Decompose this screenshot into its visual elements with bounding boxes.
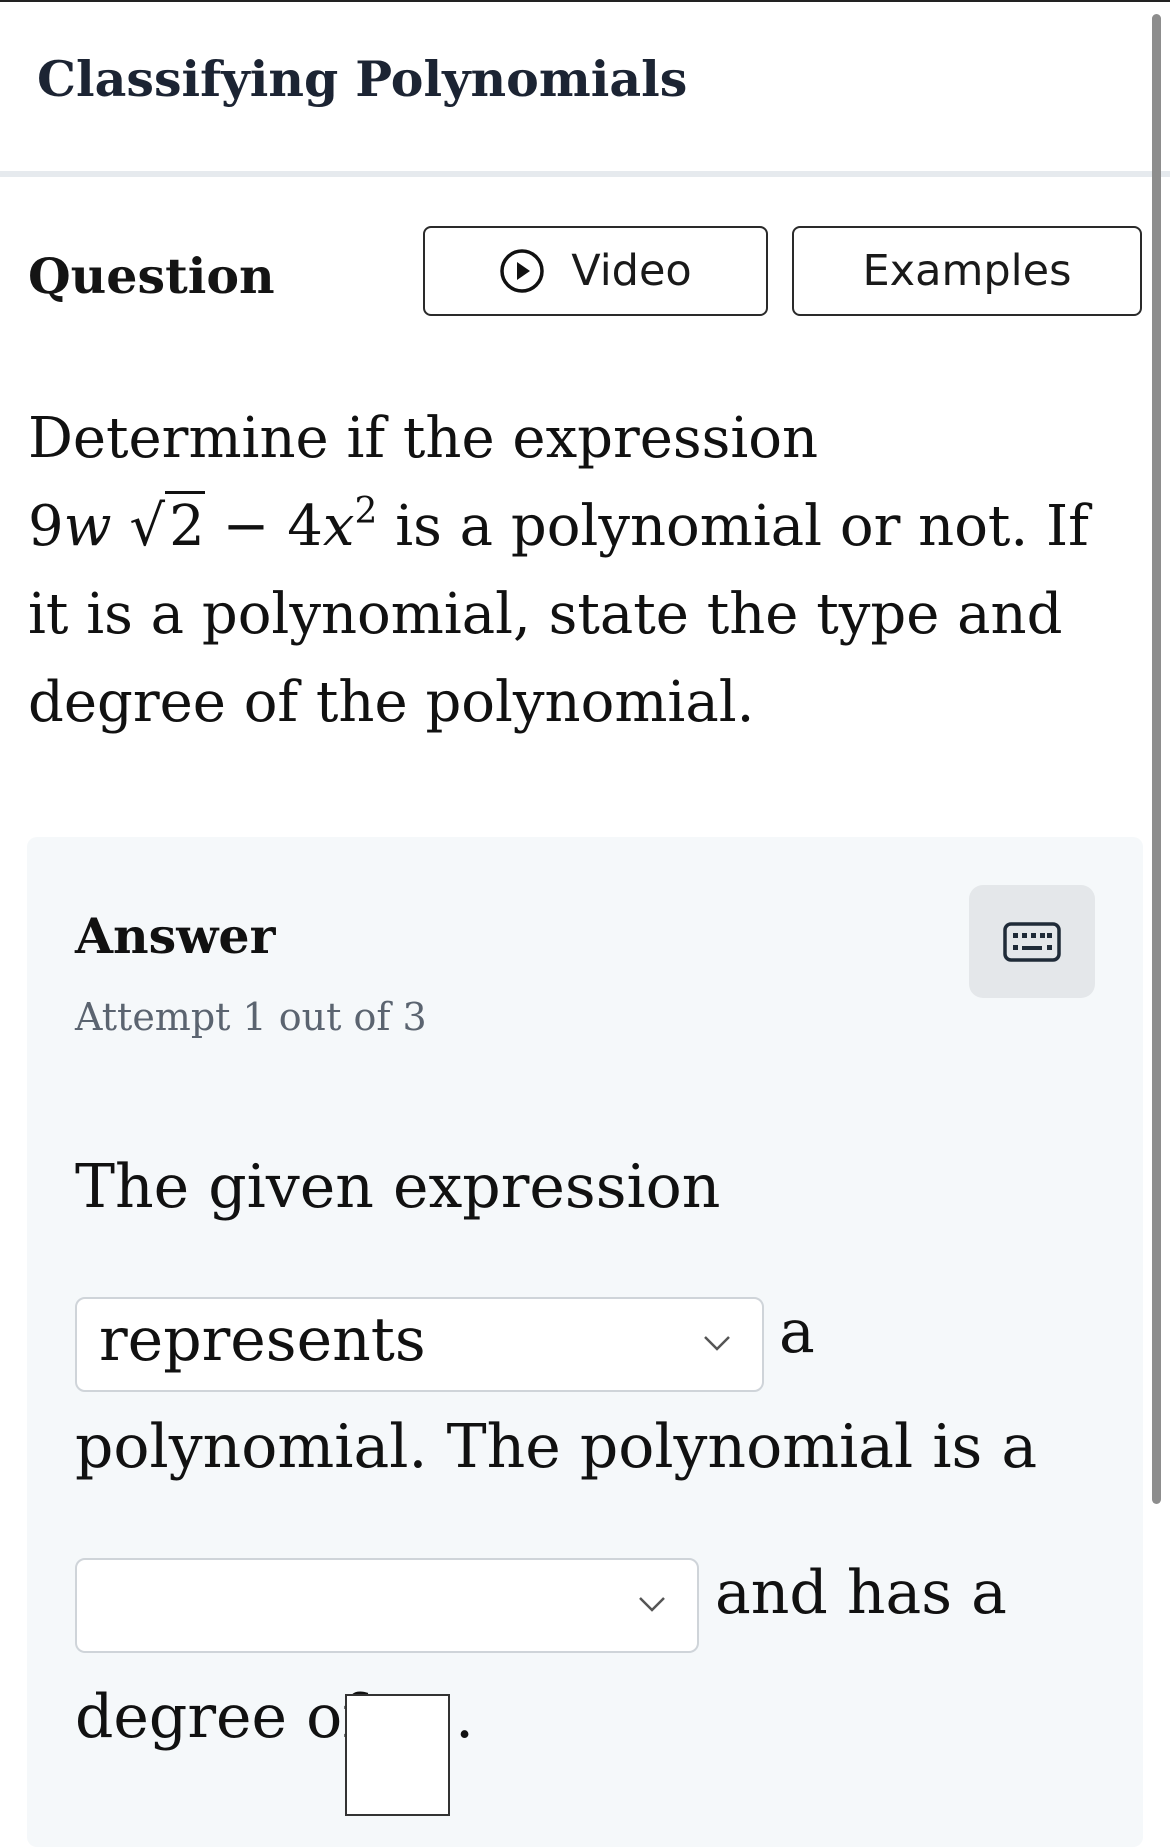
expr-var-1: w — [63, 494, 112, 559]
question-label: Question — [28, 247, 275, 305]
page-header: Classifying Polynomials — [0, 2, 1170, 172]
math-expression: 9w √2 − 4x2 — [28, 491, 378, 559]
expr-coef-2: 4 — [287, 494, 323, 559]
attempt-counter: Attempt 1 out of 3 — [75, 995, 427, 1039]
question-panel: Question Video Examples Determine if the… — [0, 177, 1150, 1847]
answer-sentence-1: The given expression — [75, 1152, 721, 1222]
answer-label: Answer — [75, 907, 276, 965]
keyboard-icon — [1003, 921, 1061, 962]
sqrt-sign: √ — [129, 494, 166, 559]
expr-var-2: x — [322, 494, 355, 559]
examples-button[interactable]: Examples — [792, 226, 1142, 316]
answer-panel: Answer Attempt 1 out of 3 The given expr… — [27, 837, 1143, 1847]
scrollbar[interactable] — [1152, 14, 1161, 1504]
answer-after-dropdown-2: and has a — [715, 1558, 1007, 1628]
answer-after-dropdown-1: a — [779, 1297, 815, 1367]
dropdown-selected-value: represents — [99, 1305, 426, 1375]
chevron-down-icon — [704, 1336, 730, 1351]
expr-coef-1: 9 — [28, 494, 64, 559]
keyboard-button[interactable] — [969, 885, 1095, 998]
answer-sentence-3: degree of — [75, 1682, 365, 1752]
polynomial-type-dropdown[interactable] — [75, 1558, 699, 1653]
examples-button-label: Examples — [862, 246, 1072, 296]
expression-type-dropdown[interactable]: represents — [75, 1297, 764, 1392]
degree-input[interactable] — [345, 1694, 450, 1816]
answer-period: . — [455, 1682, 475, 1752]
expr-operator: − — [222, 494, 270, 559]
prompt-lead: Determine if the expression — [28, 406, 819, 471]
page-title: Classifying Polynomials — [37, 50, 688, 108]
video-button[interactable]: Video — [423, 226, 768, 316]
video-button-label: Video — [571, 246, 692, 296]
question-prompt: Determine if the expression 9w √2 − 4x2 i… — [28, 395, 1138, 747]
answer-sentence-2: polynomial. The polynomial is a — [75, 1412, 1038, 1482]
play-circle-icon — [500, 249, 544, 293]
chevron-down-icon — [639, 1597, 665, 1612]
expr-radicand: 2 — [165, 491, 205, 559]
expr-exponent: 2 — [354, 491, 378, 532]
